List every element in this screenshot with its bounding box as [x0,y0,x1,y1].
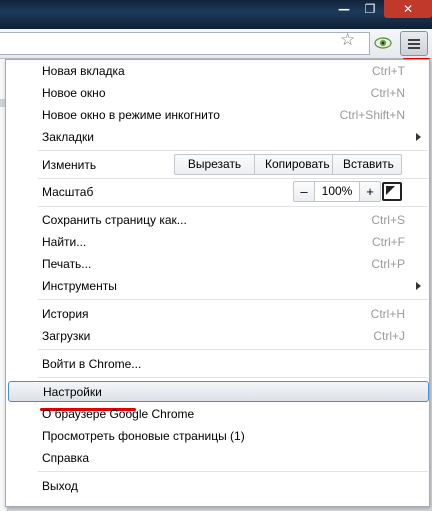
menu-item-shortcut: Ctrl+P [371,257,405,271]
menu-item-background-pages[interactable]: Просмотреть фоновые страницы (1) [6,425,429,447]
chrome-dropdown-menu: Новая вкладка Ctrl+T Новое окно Ctrl+N Н… [5,59,430,507]
zoom-in-button[interactable]: + [360,182,380,201]
menu-item-label: Инструменты [42,279,117,293]
menu-separator [38,178,428,179]
menu-separator [38,206,428,207]
menu-item-help[interactable]: Справка [6,447,429,469]
menu-item-print[interactable]: Печать... Ctrl+P [6,253,429,275]
menu-item-new-window[interactable]: Новое окно Ctrl+N [6,82,429,104]
menu-item-exit[interactable]: Выход [6,475,429,497]
menu-item-shortcut: Ctrl+H [370,307,405,321]
menu-item-label: Новая вкладка [42,64,125,78]
menu-item-settings[interactable]: Настройки [8,381,429,402]
menu-item-new-tab[interactable]: Новая вкладка Ctrl+T [6,60,429,82]
menu-item-shortcut: Ctrl+S [371,213,405,227]
menu-item-label: Печать... [42,257,92,271]
zoom-level-value: 100% [314,182,360,201]
paste-button[interactable]: Вставить [333,155,401,174]
submenu-arrow-icon [416,133,421,141]
menu-item-label: Справка [42,451,90,465]
menu-item-shortcut: Ctrl+Shift+N [339,108,405,122]
menu-separator [38,377,428,378]
menu-item-label: Изменить [42,158,97,172]
menu-item-about[interactable]: О браузере Google Chrome [6,403,429,425]
menu-item-label: Новое окно [42,86,106,100]
bookmark-star-icon[interactable]: ☆ [340,32,355,49]
menu-item-tools[interactable]: Инструменты [6,275,429,297]
menu-item-history[interactable]: История Ctrl+H [6,303,429,325]
menu-item-label: Закладки [42,130,94,144]
menu-separator [38,150,428,151]
menu-item-new-incognito[interactable]: Новое окно в режиме инкогнито Ctrl+Shift… [6,104,429,126]
menu-item-label: Войти в Chrome... [42,357,142,371]
menu-item-label: Настройки [43,385,102,399]
menu-bar-icon [408,46,420,49]
close-window-button[interactable]: ✕ [384,0,432,18]
menu-item-label: Новое окно в режиме инкогнито [42,108,220,122]
browser-toolbar: ☆ [0,29,432,59]
menu-item-find[interactable]: Найти... Ctrl+F [6,231,429,253]
submenu-arrow-icon [416,282,421,290]
menu-item-bookmarks[interactable]: Закладки [6,126,429,148]
minimize-button[interactable]: — [330,0,358,18]
menu-item-shortcut: Ctrl+T [372,64,405,78]
cut-button[interactable]: Вырезать [175,155,255,174]
menu-item-label: Найти... [42,235,87,249]
menu-item-shortcut: Ctrl+J [373,329,405,343]
menu-item-label: История [42,307,89,321]
restore-button[interactable]: ❐ [356,0,384,18]
window-titlebar: — ❐ ✕ [0,0,432,29]
zoom-control-group: – 100% + [293,181,381,202]
menu-item-downloads[interactable]: Загрузки Ctrl+J [6,325,429,347]
menu-item-label: Масштаб [42,185,94,199]
copy-button[interactable]: Копировать [255,155,333,174]
menu-item-label: О браузере Google Chrome [42,407,195,421]
zoom-out-button[interactable]: – [294,182,314,201]
menu-separator [38,471,428,472]
menu-item-label: Просмотреть фоновые страницы (1) [42,429,245,443]
menu-separator [38,299,428,300]
menu-item-label: Загрузки [42,329,91,343]
menu-item-shortcut: Ctrl+F [372,235,405,249]
menu-item-label: Сохранить страницу как... [42,213,187,227]
eye-extension-icon[interactable] [374,36,392,50]
menu-bar-icon [408,38,420,41]
menu-separator [38,349,428,350]
menu-item-sign-in[interactable]: Войти в Chrome... [6,353,429,375]
edit-button-group: Вырезать Копировать Вставить [174,154,402,175]
menu-item-save-page[interactable]: Сохранить страницу как... Ctrl+S [6,209,429,231]
fullscreen-icon[interactable] [382,182,402,201]
address-bar[interactable] [0,32,370,55]
chrome-menu-button[interactable] [400,31,428,56]
menu-item-shortcut: Ctrl+N [370,86,405,100]
menu-bar-icon [408,42,420,45]
menu-item-label: Выход [42,479,78,493]
